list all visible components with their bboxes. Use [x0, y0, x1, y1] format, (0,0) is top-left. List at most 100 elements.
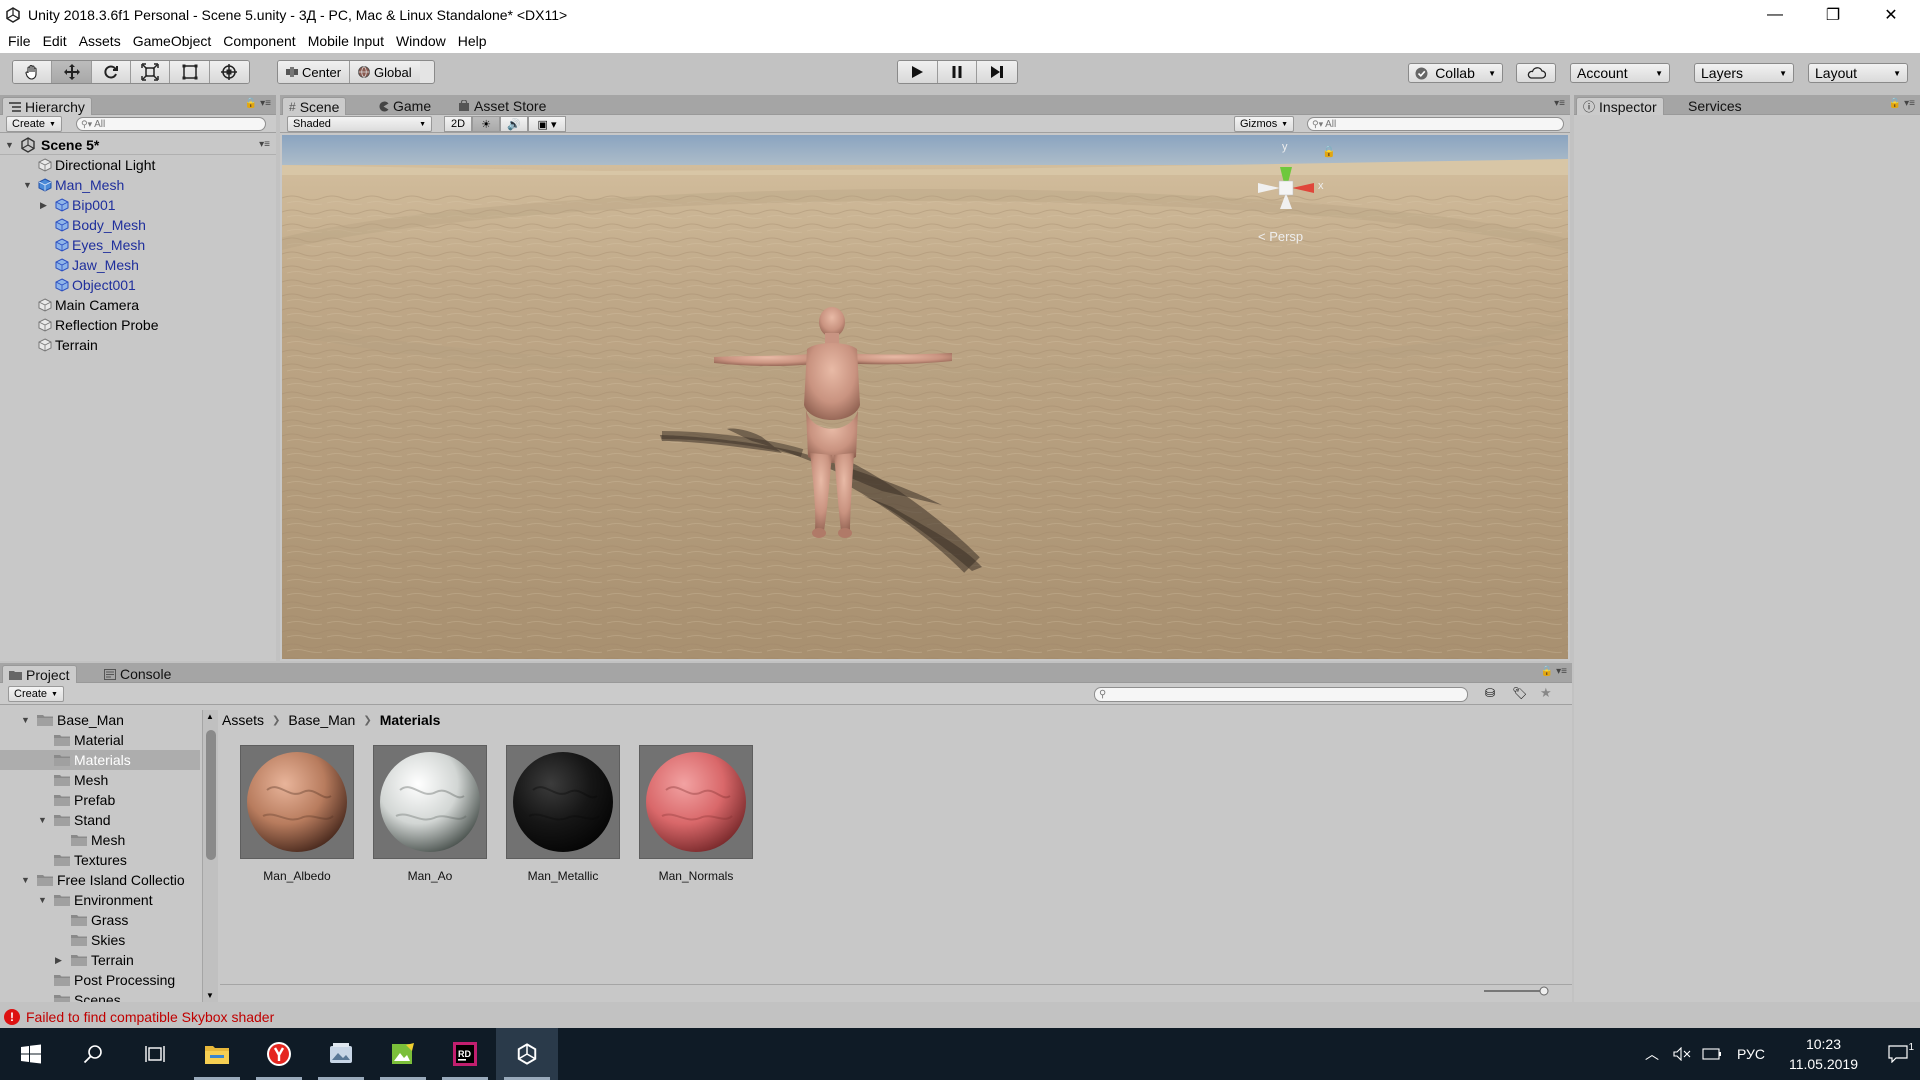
favorite-star-icon[interactable]: ★	[1540, 685, 1552, 701]
hierarchy-item[interactable]: Jaw_Mesh	[0, 255, 276, 275]
action-center-button[interactable]: 1	[1876, 1042, 1920, 1063]
taskbar-jetbrains-rider[interactable]: RD	[434, 1028, 496, 1080]
hierarchy-item[interactable]: Directional Light	[0, 155, 276, 175]
panel-lock-menu-icon[interactable]: 🔒 ▾≡	[245, 98, 271, 109]
menu-component[interactable]: Component	[217, 33, 301, 49]
expand-arrow-icon[interactable]: ▼	[38, 815, 47, 825]
project-folder-item[interactable]: Scenes	[0, 990, 200, 1002]
menu-gameobject[interactable]: GameObject	[127, 33, 218, 49]
audio-toggle[interactable]: 🔊	[500, 116, 528, 132]
project-search[interactable]: ⚲	[1094, 687, 1468, 702]
hierarchy-search[interactable]: ⚲▾	[76, 117, 266, 131]
hierarchy-item[interactable]: Body_Mesh	[0, 215, 276, 235]
expand-arrow-icon[interactable]: ▼	[21, 875, 30, 885]
material-asset[interactable]: Man_Albedo	[240, 745, 354, 883]
tab-project[interactable]: Project	[2, 665, 77, 683]
tab-game[interactable]: Game	[372, 97, 437, 115]
cloud-button[interactable]	[1516, 63, 1556, 83]
expand-arrow-icon[interactable]: ▼	[23, 180, 33, 190]
project-search-input[interactable]	[1110, 689, 1467, 700]
menu-mobile-input[interactable]: Mobile Input	[302, 33, 390, 49]
rect-tool-button[interactable]	[170, 61, 210, 83]
collab-dropdown[interactable]: Collab ▼	[1408, 63, 1503, 83]
scene-menu-icon[interactable]: ▾≡	[259, 139, 270, 150]
project-folder-item[interactable]: Grass	[0, 910, 200, 930]
scroll-down-icon[interactable]: ▼	[206, 991, 214, 1000]
move-tool-button[interactable]	[52, 61, 92, 83]
filter-by-type-icon[interactable]: ⛁	[1485, 686, 1495, 700]
scale-tool-button[interactable]	[131, 61, 171, 83]
breadcrumb-base-man[interactable]: Base_Man	[288, 712, 355, 728]
lighting-toggle[interactable]: ☀	[472, 116, 500, 132]
scene-viewport[interactable]: y x 🔒 < Persp	[282, 135, 1568, 659]
collapsed-arrow-icon[interactable]: ▶	[55, 955, 62, 966]
pivot-center-button[interactable]: Center	[278, 61, 351, 83]
tab-asset-store[interactable]: Asset Store	[452, 97, 552, 115]
panel-lock-menu-icon[interactable]: 🔒 ▾≡	[1889, 98, 1915, 109]
expand-arrow-icon[interactable]: ▼	[21, 715, 30, 725]
account-dropdown[interactable]: Account ▼	[1570, 63, 1670, 83]
project-folder-item[interactable]: Material	[0, 730, 200, 750]
rotate-tool-button[interactable]	[91, 61, 132, 83]
material-asset[interactable]: Man_Normals	[639, 745, 753, 883]
input-language[interactable]: РУС	[1727, 1046, 1775, 1062]
hierarchy-search-input[interactable]	[94, 118, 265, 130]
shading-mode-dropdown[interactable]: Shaded ▼	[287, 116, 432, 132]
project-tree-scrollbar[interactable]: ▲ ▼	[202, 710, 218, 1002]
material-preview[interactable]	[240, 745, 354, 859]
effects-dropdown[interactable]: ▣ ▾	[528, 116, 566, 132]
project-folder-item[interactable]: ▼ Base_Man	[0, 710, 200, 730]
perspective-label[interactable]: < Persp	[1258, 229, 1303, 244]
hierarchy-item[interactable]: Main Camera	[0, 295, 276, 315]
scroll-up-icon[interactable]: ▲	[206, 712, 214, 721]
project-folder-item[interactable]: Mesh	[0, 830, 200, 850]
tab-inspector[interactable]: ⓘ Inspector	[1576, 97, 1664, 115]
menu-window[interactable]: Window	[390, 33, 452, 49]
status-message[interactable]: Failed to find compatible Skybox shader	[26, 1009, 274, 1025]
scrollbar-thumb[interactable]	[206, 730, 216, 860]
breadcrumb-materials[interactable]: Materials	[380, 712, 441, 728]
layers-dropdown[interactable]: Layers ▼	[1694, 63, 1794, 83]
gizmo-lock-icon[interactable]: 🔒	[1322, 145, 1336, 158]
close-button[interactable]: ✕	[1862, 0, 1920, 29]
project-folder-item[interactable]: ▼ Environment	[0, 890, 200, 910]
scene-search[interactable]: ⚲▾	[1307, 117, 1564, 131]
hierarchy-item[interactable]: ▶ Bip001	[0, 195, 276, 215]
hierarchy-item[interactable]: Eyes_Mesh	[0, 235, 276, 255]
play-button[interactable]	[898, 61, 938, 83]
project-folder-item[interactable]: Post Processing	[0, 970, 200, 990]
collapsed-arrow-icon[interactable]: ▶	[40, 200, 50, 211]
tab-console[interactable]: Console	[98, 665, 177, 683]
filter-by-label-icon[interactable]: 🏷	[1512, 686, 1527, 700]
project-folder-item[interactable]: Prefab	[0, 790, 200, 810]
material-preview[interactable]	[639, 745, 753, 859]
material-asset[interactable]: Man_Metallic	[506, 745, 620, 883]
panel-menu-icon[interactable]: ▾≡	[1554, 98, 1565, 109]
project-folder-item[interactable]: ▶ Terrain	[0, 950, 200, 970]
transform-all-tool-button[interactable]	[209, 61, 249, 83]
menu-assets[interactable]: Assets	[73, 33, 127, 49]
tab-hierarchy[interactable]: Hierarchy	[2, 97, 92, 115]
search-button[interactable]	[62, 1028, 124, 1080]
menu-file[interactable]: File	[2, 33, 37, 49]
expand-arrow-icon[interactable]: ▼	[38, 895, 47, 905]
taskbar-image-editor[interactable]	[372, 1028, 434, 1080]
minimize-button[interactable]: —	[1746, 0, 1804, 29]
taskbar-unity[interactable]	[496, 1028, 558, 1080]
layout-dropdown[interactable]: Layout ▼	[1808, 63, 1908, 83]
breadcrumb-assets[interactable]: Assets	[222, 712, 264, 728]
scene-render[interactable]: y x 🔒	[282, 135, 1568, 659]
project-folder-item[interactable]: Textures	[0, 850, 200, 870]
step-button[interactable]	[977, 61, 1017, 83]
project-folder-item[interactable]: Materials	[0, 750, 200, 770]
material-preview[interactable]	[506, 745, 620, 859]
tray-overflow-icon[interactable]: ︿	[1637, 1044, 1667, 1064]
status-bar[interactable]: ! Failed to find compatible Skybox shade…	[0, 1005, 1920, 1028]
pause-button[interactable]	[937, 61, 978, 83]
volume-muted-icon[interactable]	[1667, 1047, 1697, 1061]
hierarchy-item[interactable]: Object001	[0, 275, 276, 295]
taskbar-clock[interactable]: 10:23 11.05.2019	[1789, 1034, 1858, 1074]
thumbnail-size-slider[interactable]	[1484, 986, 1550, 996]
scene-search-input[interactable]	[1325, 118, 1563, 130]
panel-lock-menu-icon[interactable]: 🔒 ▾≡	[1541, 666, 1567, 677]
